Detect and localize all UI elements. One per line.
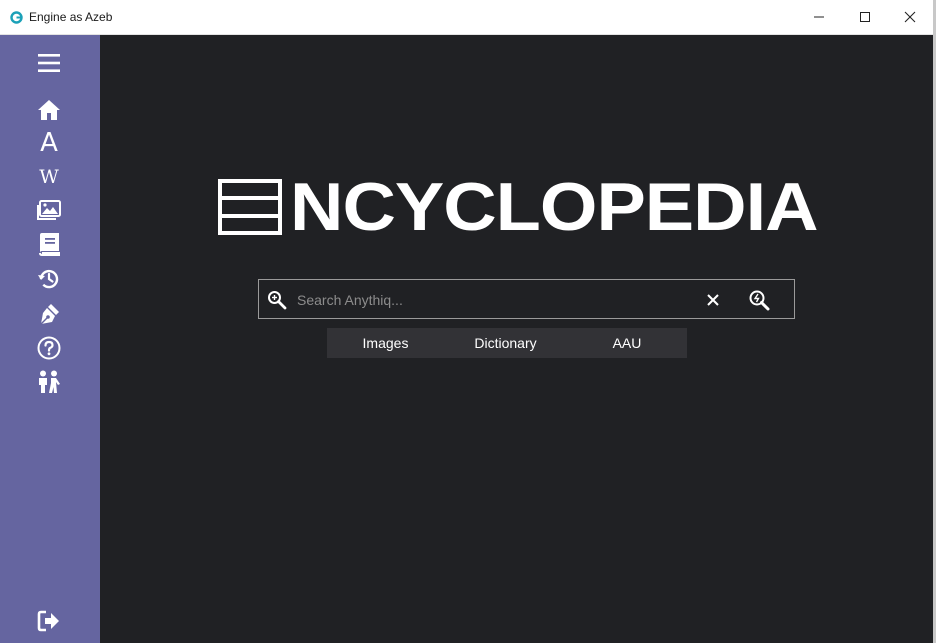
people-button[interactable] xyxy=(34,367,64,397)
wikipedia-button[interactable]: W xyxy=(34,162,64,192)
font-button[interactable]: A xyxy=(34,128,64,158)
minimize-button[interactable] xyxy=(796,0,842,34)
home-button[interactable] xyxy=(34,95,64,125)
sidebar: A W xyxy=(0,35,100,643)
tab-images[interactable]: Images xyxy=(327,328,444,358)
pen-icon xyxy=(40,304,59,325)
help-icon xyxy=(37,336,61,360)
images-button[interactable] xyxy=(34,195,64,225)
search-box xyxy=(258,279,795,319)
close-icon xyxy=(904,11,916,23)
dictionary-button[interactable] xyxy=(34,230,64,260)
help-button[interactable] xyxy=(34,333,64,363)
write-button[interactable] xyxy=(34,299,64,329)
search-input[interactable] xyxy=(297,288,677,312)
window-title: Engine as Azeb xyxy=(29,10,113,24)
images-icon xyxy=(37,200,61,220)
app-logo-icon xyxy=(9,10,23,24)
title-bar: Engine as Azeb xyxy=(0,0,933,35)
search-category-tabs: Images Dictionary AAU xyxy=(327,328,687,358)
logo-e-icon xyxy=(218,179,282,235)
wikipedia-icon: W xyxy=(39,166,59,188)
logout-button[interactable] xyxy=(34,606,64,636)
menu-icon xyxy=(38,54,60,72)
clear-search-button[interactable] xyxy=(703,290,723,310)
home-icon xyxy=(38,100,60,120)
history-icon xyxy=(38,269,59,289)
menu-button[interactable] xyxy=(34,48,64,78)
maximize-icon xyxy=(860,12,870,22)
tab-aau[interactable]: AAU xyxy=(567,328,687,358)
app-window: Engine as Azeb A W NCYCLOPEDIA Search An… xyxy=(0,0,933,643)
main-content: NCYCLOPEDIA Search Anythiq... Images Dic… xyxy=(100,35,933,643)
search-lead-icon xyxy=(267,290,287,310)
logout-icon xyxy=(37,610,59,632)
book-icon xyxy=(39,233,60,256)
close-button[interactable] xyxy=(887,0,933,34)
minimize-icon xyxy=(814,16,824,18)
search-icon xyxy=(749,290,770,311)
search-button[interactable] xyxy=(747,288,771,312)
logo-text: NCYCLOPEDIA xyxy=(290,168,819,245)
history-button[interactable] xyxy=(34,264,64,294)
font-icon: A xyxy=(40,128,58,158)
tab-dictionary[interactable]: Dictionary xyxy=(444,328,567,358)
clear-icon xyxy=(707,294,719,306)
people-icon xyxy=(39,370,60,393)
maximize-button[interactable] xyxy=(842,0,888,34)
encyclopedia-logo: NCYCLOPEDIA xyxy=(218,168,819,245)
